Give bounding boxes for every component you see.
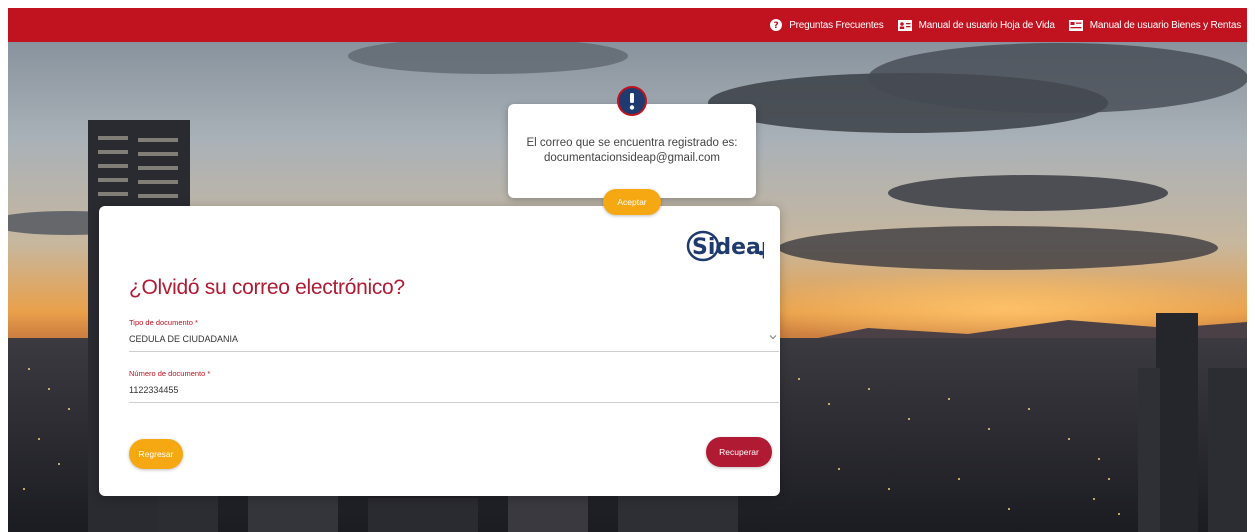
document-number-field[interactable]: Número de documento * 1122334455 [129, 369, 779, 403]
exclamation-icon [617, 86, 647, 116]
manual-bienes-rentas-link[interactable]: Manual de usuario Bienes y Rentas [1068, 19, 1241, 31]
page-title: ¿Olvidó su correo electrónico? [129, 276, 405, 299]
manual-hoja-de-vida-link[interactable]: Manual de usuario Hoja de Vida [897, 19, 1055, 31]
faq-link-label: Preguntas Frecuentes [789, 19, 884, 31]
question-circle-icon: ? [770, 19, 783, 31]
document-card-icon [1068, 19, 1083, 31]
document-type-value: CEDULA DE CIUDADANIA [129, 334, 239, 344]
sideap-logo: Sideap [686, 230, 764, 262]
manual-hoja-de-vida-label: Manual de usuario Hoja de Vida [918, 19, 1055, 31]
email-alert-dialog: El correo que se encuentra registrado es… [508, 86, 756, 215]
chevron-down-icon[interactable] [769, 334, 777, 340]
manual-bienes-rentas-label: Manual de usuario Bienes y Rentas [1089, 19, 1241, 31]
id-card-icon [897, 19, 912, 31]
svg-text:?: ? [774, 21, 779, 31]
alert-message: El correo que se encuentra registrado es… [508, 136, 756, 166]
document-type-select[interactable]: CEDULA DE CIUDADANIA [129, 328, 779, 352]
document-number-label: Número de documento * [129, 369, 211, 378]
faq-link[interactable]: ? Preguntas Frecuentes [770, 19, 884, 31]
back-button[interactable]: Regresar [129, 439, 183, 469]
document-type-field[interactable]: Tipo de documento * CEDULA DE CIUDADANIA [129, 318, 779, 352]
document-number-value: 1122334455 [129, 385, 179, 395]
recover-button[interactable]: Recuperar [706, 437, 772, 467]
document-number-input[interactable]: 1122334455 [129, 379, 779, 403]
top-navigation-bar: ? Preguntas Frecuentes Manual de usuario… [8, 8, 1247, 42]
recover-email-card: Sideap ¿Olvidó su correo electrónico? Ti… [99, 206, 780, 496]
document-type-label: Tipo de documento * [129, 318, 198, 327]
alert-message-line1: El correo que se encuentra registrado es… [526, 137, 738, 149]
app-frame: ? Preguntas Frecuentes Manual de usuario… [8, 8, 1247, 532]
alert-email: documentacionsideap@gmail.com [544, 152, 720, 164]
accept-button[interactable]: Aceptar [603, 189, 661, 215]
svg-text:Sideap: Sideap [692, 235, 764, 260]
